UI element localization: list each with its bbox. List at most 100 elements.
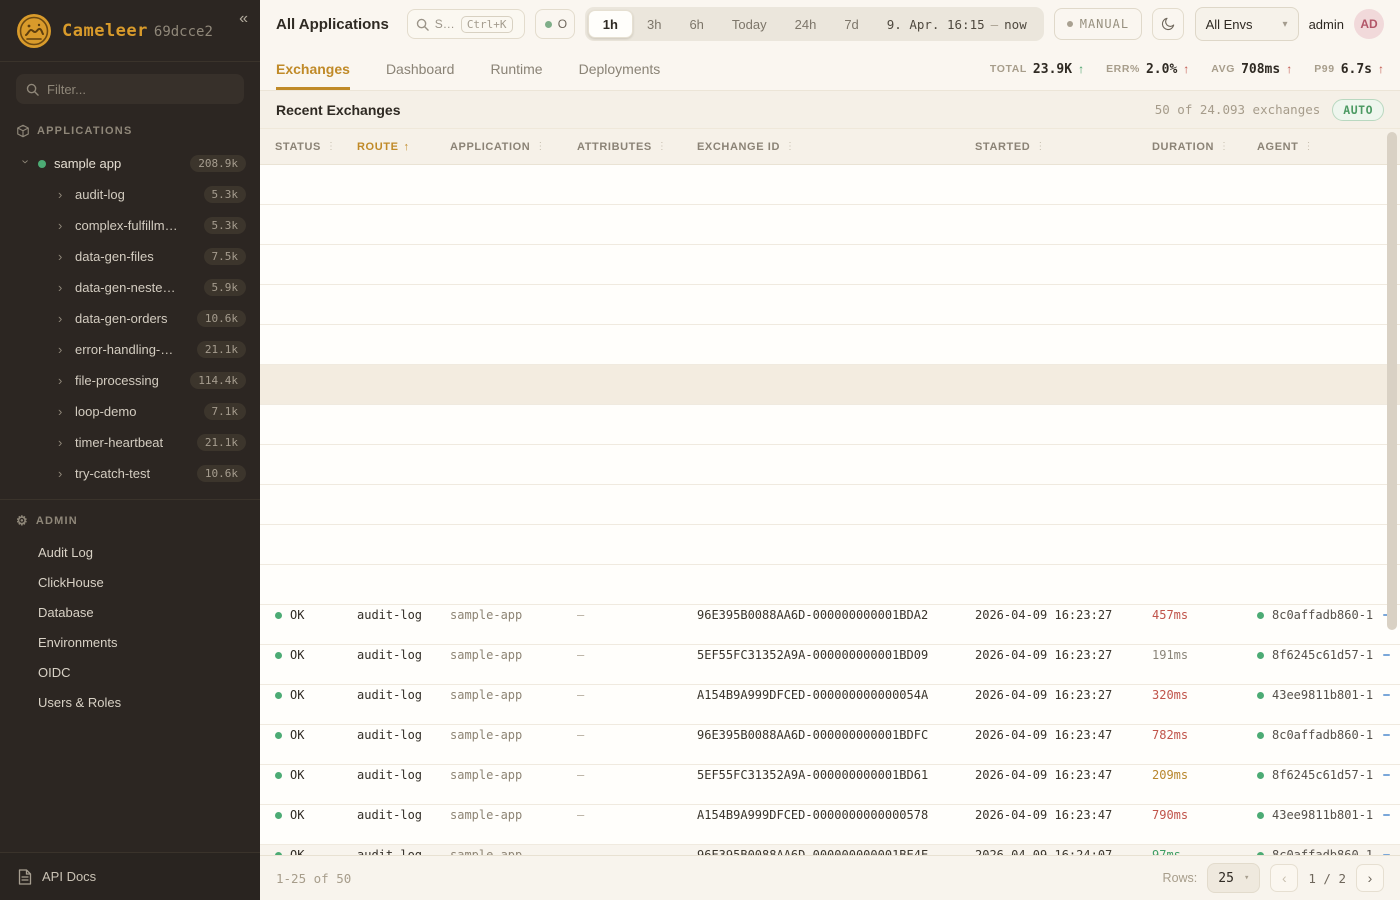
table-row[interactable]: OKaudit-logsample-app—96E395B0088AA6D-00… <box>260 165 1400 205</box>
sidebar-route-audit-log[interactable]: ›audit-log5.3k <box>0 179 260 210</box>
table-row[interactable]: OKaudit-logsample-app—A154B9A999DFCED-00… <box>260 245 1400 285</box>
table-row[interactable]: OKaudit-logsample-app—5EF55FC31352A9A-00… <box>260 325 1400 365</box>
sidebar-filter-input[interactable]: Filter... <box>16 74 244 104</box>
sidebar-collapse-button[interactable]: « <box>239 10 248 28</box>
sidebar-route-error-handling[interactable]: ›error-handling-…21.1k <box>0 334 260 365</box>
brand-name: Cameleer <box>62 21 148 41</box>
column-label: DURATION <box>1152 141 1214 153</box>
api-docs-link[interactable]: API Docs <box>0 852 260 900</box>
route-cell: audit-log <box>357 848 450 855</box>
admin-item-database[interactable]: Database <box>0 597 260 627</box>
table-row[interactable]: OKaudit-logsample-app—96E395B0088AA6D-00… <box>260 285 1400 325</box>
table-row[interactable]: OKaudit-logsample-app—A154B9A999DFCED-00… <box>260 365 1400 405</box>
table-scrollbar[interactable] <box>1387 128 1397 855</box>
tab-dashboard[interactable]: Dashboard <box>386 48 455 90</box>
dark-mode-toggle[interactable] <box>1152 8 1184 40</box>
scrollbar-thumb[interactable] <box>1387 132 1397 630</box>
sidebar-route-data-gen-orders[interactable]: ›data-gen-orders10.6k <box>0 303 260 334</box>
table-row[interactable]: OKaudit-logsample-app—96E395B0088AA6D-00… <box>260 405 1400 445</box>
sidebar-route-complex-fulfillm[interactable]: ›complex-fulfillm…5.3k <box>0 210 260 241</box>
admin-item-clickhouse[interactable]: ClickHouse <box>0 567 260 597</box>
column-label: STATUS <box>275 141 321 153</box>
date-range-display[interactable]: 9. Apr. 16:15–now <box>873 17 1041 32</box>
column-label: ROUTE <box>357 141 399 153</box>
status-cell: OK <box>275 648 357 662</box>
next-page-button[interactable]: › <box>1356 864 1384 892</box>
status-dot <box>545 21 552 28</box>
app-count-badge: 208.9k <box>190 155 246 172</box>
time-range-3h[interactable]: 3h <box>633 10 675 38</box>
time-range-1h[interactable]: 1h <box>588 10 633 38</box>
exchanges-table: STATUS⋮ROUTE↑APPLICATION⋮ATTRIBUTES⋮EXCH… <box>260 128 1400 856</box>
manual-refresh-button[interactable]: MANUAL <box>1054 8 1142 40</box>
time-range-7d[interactable]: 7d <box>830 10 872 38</box>
stat-label: ERR% <box>1106 63 1140 75</box>
stat-label: AVG <box>1211 63 1235 75</box>
sidebar-route-data-gen-neste[interactable]: ›data-gen-neste…5.9k <box>0 272 260 303</box>
column-header-exchange-id[interactable]: EXCHANGE ID⋮ <box>697 141 975 153</box>
column-header-attributes[interactable]: ATTRIBUTES⋮ <box>577 141 697 153</box>
route-cell: audit-log <box>357 688 450 702</box>
table-row[interactable]: OKaudit-logsample-app—5EF55FC31352A9A-00… <box>260 205 1400 245</box>
admin-item-audit-log[interactable]: Audit Log <box>0 537 260 567</box>
admin-item-oidc[interactable]: OIDC <box>0 657 260 687</box>
tabs-row: ExchangesDashboardRuntimeDeployments TOT… <box>260 48 1400 90</box>
stat-p99: P996.7s↑ <box>1314 62 1384 77</box>
time-range-bar: 1h3h6hToday24h7d 9. Apr. 16:15–now <box>585 7 1044 41</box>
previous-page-button[interactable]: ‹ <box>1270 864 1298 892</box>
status-text: OK <box>290 608 304 622</box>
tab-runtime[interactable]: Runtime <box>490 48 542 90</box>
status-cell: OK <box>275 768 357 782</box>
sidebar-route-data-gen-files[interactable]: ›data-gen-files7.5k <box>0 241 260 272</box>
admin-item-users-roles[interactable]: Users & Roles <box>0 687 260 717</box>
table-row[interactable]: OKaudit-logsample-app—5EF55FC31352A9A-00… <box>260 445 1400 485</box>
auto-refresh-badge[interactable]: AUTO <box>1332 99 1384 121</box>
tab-exchanges[interactable]: Exchanges <box>276 48 350 90</box>
api-docs-label: API Docs <box>42 869 96 884</box>
chevron-right-icon: › <box>58 466 66 481</box>
sidebar-route-file-processing[interactable]: ›file-processing114.4k <box>0 365 260 396</box>
table-row[interactable]: OKaudit-logsample-app—A154B9A999DFCED-00… <box>260 485 1400 525</box>
status-ok-dot <box>275 692 282 699</box>
column-header-status[interactable]: STATUS⋮ <box>275 141 357 153</box>
chevron-right-icon: › <box>58 218 66 233</box>
time-range-6h[interactable]: 6h <box>675 10 717 38</box>
route-label: complex-fulfillm… <box>75 218 178 233</box>
status-ok-dot <box>275 652 282 659</box>
sidebar-route-loop-demo[interactable]: ›loop-demo7.1k <box>0 396 260 427</box>
route-count-badge: 7.1k <box>204 403 247 420</box>
tab-deployments[interactable]: Deployments <box>579 48 661 90</box>
time-range-today[interactable]: Today <box>718 10 781 38</box>
username-label: admin <box>1309 17 1344 32</box>
table-row[interactable]: OKaudit-logsample-app—96E395B0088AA6D-00… <box>260 525 1400 565</box>
table-row[interactable]: OKaudit-logsample-app—5EF55FC31352A9A-00… <box>260 565 1400 605</box>
column-header-route[interactable]: ROUTE↑ <box>357 141 450 153</box>
route-cell: audit-log <box>357 808 450 822</box>
app-root: Cameleer69dcce2 « Filter... APPLICATIONS… <box>0 0 1400 900</box>
column-header-started[interactable]: STARTED⋮ <box>975 141 1152 153</box>
recent-exchanges-title: Recent Exchanges <box>276 102 401 118</box>
stat-value: 708ms <box>1241 62 1280 77</box>
table-footer: 1-25 of 50 Rows: 25 ▾ ‹ 1 / 2 › <box>260 856 1400 900</box>
rows-per-page-select[interactable]: 25 ▾ <box>1207 863 1260 893</box>
user-avatar[interactable]: AD <box>1354 9 1384 39</box>
environment-select[interactable]: All Envs ▾ <box>1195 7 1299 41</box>
column-label: AGENT <box>1257 141 1299 153</box>
sidebar-app-sample-app[interactable]: › sample app 208.9k <box>0 148 260 179</box>
rows-per-page-value: 25 <box>1218 871 1234 886</box>
global-search-input[interactable]: S… Ctrl+K <box>407 9 525 39</box>
sidebar-route-try-catch-test[interactable]: ›try-catch-test10.6k <box>0 458 260 489</box>
column-header-duration[interactable]: DURATION⋮ <box>1152 141 1257 153</box>
sidebar-spacer <box>0 717 260 852</box>
page-title: All Applications <box>276 16 389 33</box>
column-header-application[interactable]: APPLICATION⋮ <box>450 141 577 153</box>
time-range-24h[interactable]: 24h <box>781 10 831 38</box>
package-icon <box>16 124 30 138</box>
sidebar-route-timer-heartbeat[interactable]: ›timer-heartbeat21.1k <box>0 427 260 458</box>
admin-item-environments[interactable]: Environments <box>0 627 260 657</box>
column-header-agent[interactable]: AGENT⋮ <box>1257 141 1390 153</box>
applications-section-label: APPLICATIONS <box>37 125 132 137</box>
connection-status-chip[interactable]: O <box>535 9 575 39</box>
app-status-dot <box>38 160 46 168</box>
page-indicator: 1 / 2 <box>1308 871 1346 886</box>
